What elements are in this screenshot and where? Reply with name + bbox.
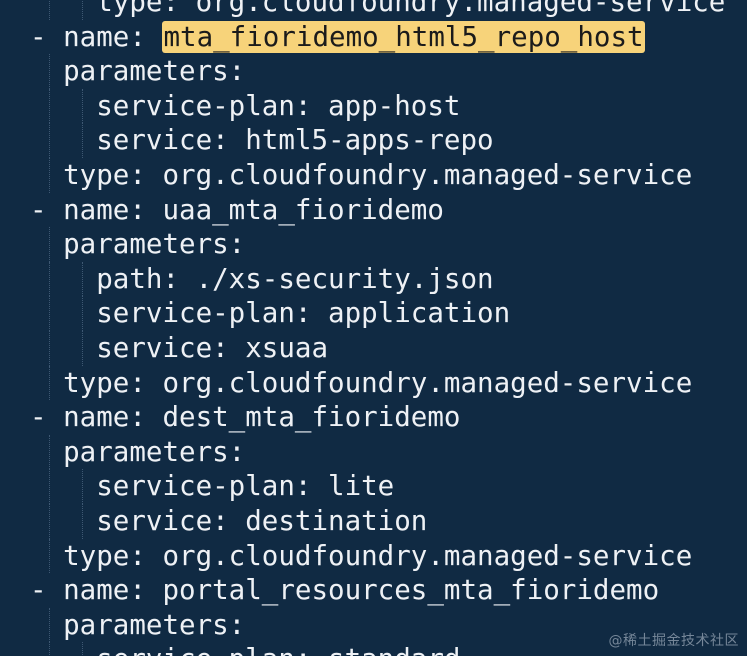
indent-guide	[81, 261, 83, 297]
indent-guide	[48, 538, 50, 574]
indent-guide	[48, 607, 50, 643]
indent-guide	[48, 365, 50, 401]
indent-guide	[48, 261, 50, 297]
indent-guide	[81, 123, 83, 158]
code-line-text: type: org.cloudfoundry.managed-service	[30, 366, 693, 399]
code-line-text: type: org.cloudfoundry.managed-service	[30, 539, 693, 572]
code-line: service: destination	[30, 503, 725, 539]
code-line: service-plan: lite	[30, 469, 725, 504]
code-line: type: org.cloudfoundry.managed-service	[30, 157, 725, 193]
code-line: service: xsuaa	[30, 330, 725, 366]
code-line-text: parameters:	[30, 228, 246, 261]
code-line: path: ./xs-security.json	[30, 261, 725, 297]
code-line: - name: portal_resources_mta_fioridemo	[30, 573, 725, 608]
code-line: - name: uaa_mta_fioridemo	[30, 193, 725, 228]
code-line: type: org.cloudfoundry.managed-service	[30, 0, 725, 20]
indent-guide	[81, 0, 83, 20]
code-line-value: dest_mta_fioridemo	[162, 401, 461, 434]
code-line-text: service: destination	[30, 504, 428, 537]
indent-guide	[48, 227, 50, 262]
code-line-value: uaa_mta_fioridemo	[162, 193, 444, 226]
indent-guide	[48, 123, 50, 158]
indent-guide	[48, 0, 50, 20]
indent-guide	[48, 642, 50, 656]
indent-guide	[81, 503, 83, 539]
code-line-text: type: org.cloudfoundry.managed-service	[30, 158, 693, 191]
code-line-text: path: ./xs-security.json	[30, 262, 494, 295]
code-line: parameters:	[30, 54, 725, 89]
code-line-key: - name:	[30, 193, 163, 226]
indent-guide	[81, 469, 83, 504]
code-line: service-plan: application	[30, 296, 725, 331]
code-line-key: - name:	[30, 574, 163, 607]
indent-guide	[48, 54, 50, 89]
code-line-text: parameters:	[30, 435, 246, 468]
code-line-text: service-plan: app-host	[30, 89, 461, 122]
code-line-key: - name:	[30, 401, 163, 434]
code-line-text: parameters:	[30, 608, 246, 641]
code-line: - name: dest_mta_fioridemo	[30, 400, 725, 435]
indent-guide	[48, 330, 50, 366]
code-line: type: org.cloudfoundry.managed-service	[30, 365, 725, 401]
code-line-text: service: html5-apps-repo	[30, 124, 494, 157]
indent-guide	[81, 330, 83, 366]
code-line: parameters:	[30, 434, 725, 470]
highlighted-value: mta_fioridemo_html5_repo_host	[162, 20, 645, 53]
watermark: @稀土掘金技术社区	[608, 633, 739, 649]
code-line: service: html5-apps-repo	[30, 123, 725, 158]
code-line-text: parameters:	[30, 55, 246, 88]
indent-guide	[48, 469, 50, 504]
indent-guide	[81, 296, 83, 331]
indent-guide	[81, 642, 83, 656]
code-line: service-plan: app-host	[30, 88, 725, 124]
indent-guide	[48, 157, 50, 193]
indent-guide	[81, 88, 83, 124]
code-line: - name: mta_fioridemo_html5_repo_host	[30, 20, 725, 55]
yaml-code-block: type: org.cloudfoundry.managed-service - …	[30, 0, 725, 656]
code-line-text: service: xsuaa	[30, 331, 329, 364]
code-line-text: type: org.cloudfoundry.managed-service	[30, 0, 726, 18]
indent-guide	[48, 503, 50, 539]
code-line-text: service-plan: standard	[30, 643, 460, 656]
code-line: type: org.cloudfoundry.managed-service	[30, 538, 725, 574]
code-line-text: service-plan: application	[30, 297, 511, 330]
indent-guide	[48, 296, 50, 331]
code-line-text: service-plan: lite	[30, 470, 395, 503]
indent-guide	[48, 88, 50, 124]
code-line-value: portal_resources_mta_fioridemo	[162, 574, 660, 607]
code-editor[interactable]: type: org.cloudfoundry.managed-service - …	[0, 0, 747, 656]
code-line: parameters:	[30, 227, 725, 262]
code-line-key: - name:	[30, 20, 163, 53]
indent-guide	[48, 434, 50, 470]
